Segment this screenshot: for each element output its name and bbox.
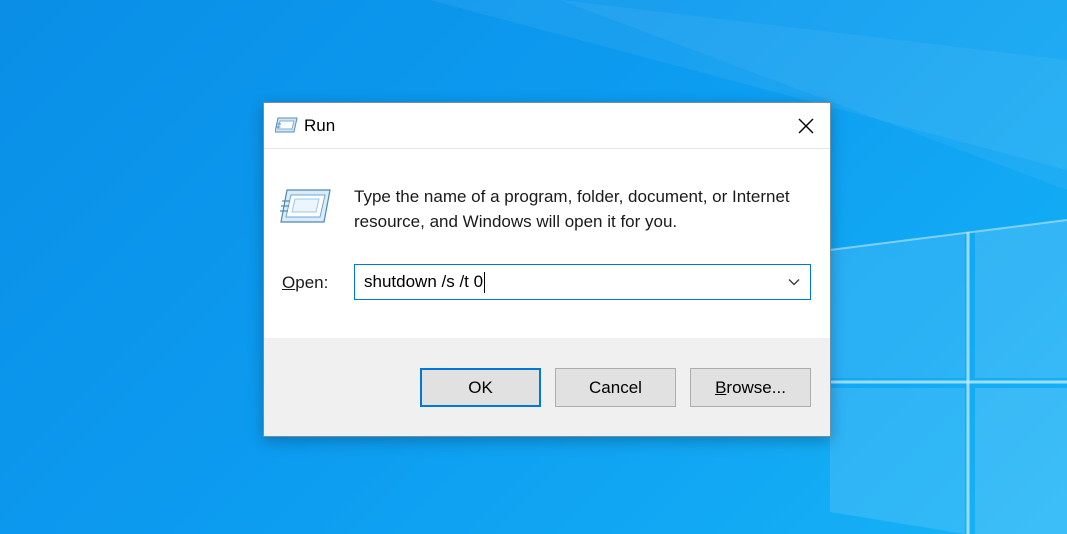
browse-label-accelerator: B	[715, 377, 727, 397]
open-label: Open:	[282, 273, 328, 293]
open-label-accelerator: O	[282, 273, 296, 292]
chevron-down-icon	[788, 279, 800, 286]
ok-label: OK	[468, 377, 493, 397]
close-button[interactable]	[782, 103, 830, 148]
cancel-label: Cancel	[589, 377, 642, 397]
dropdown-button[interactable]	[778, 265, 810, 299]
run-dialog: Run Type the name of a program, folder, …	[263, 102, 831, 437]
button-bar: OK Cancel Browse...	[264, 338, 830, 436]
open-label-rest: pen:	[295, 273, 329, 292]
dialog-title: Run	[304, 116, 336, 135]
title-bar[interactable]: Run	[264, 103, 830, 149]
text-cursor	[484, 272, 486, 293]
run-program-icon	[280, 189, 331, 223]
browse-button[interactable]: Browse...	[690, 368, 811, 407]
command-input[interactable]	[355, 265, 775, 299]
open-combobox[interactable]	[354, 264, 811, 300]
ok-button[interactable]: OK	[420, 368, 541, 407]
browse-label-rest: rowse...	[726, 377, 786, 397]
dialog-body: Type the name of a program, folder, docu…	[264, 149, 830, 338]
run-icon	[275, 117, 298, 133]
description-text: Type the name of a program, folder, docu…	[354, 187, 790, 231]
cancel-button[interactable]: Cancel	[555, 368, 676, 407]
close-icon	[798, 118, 814, 133]
